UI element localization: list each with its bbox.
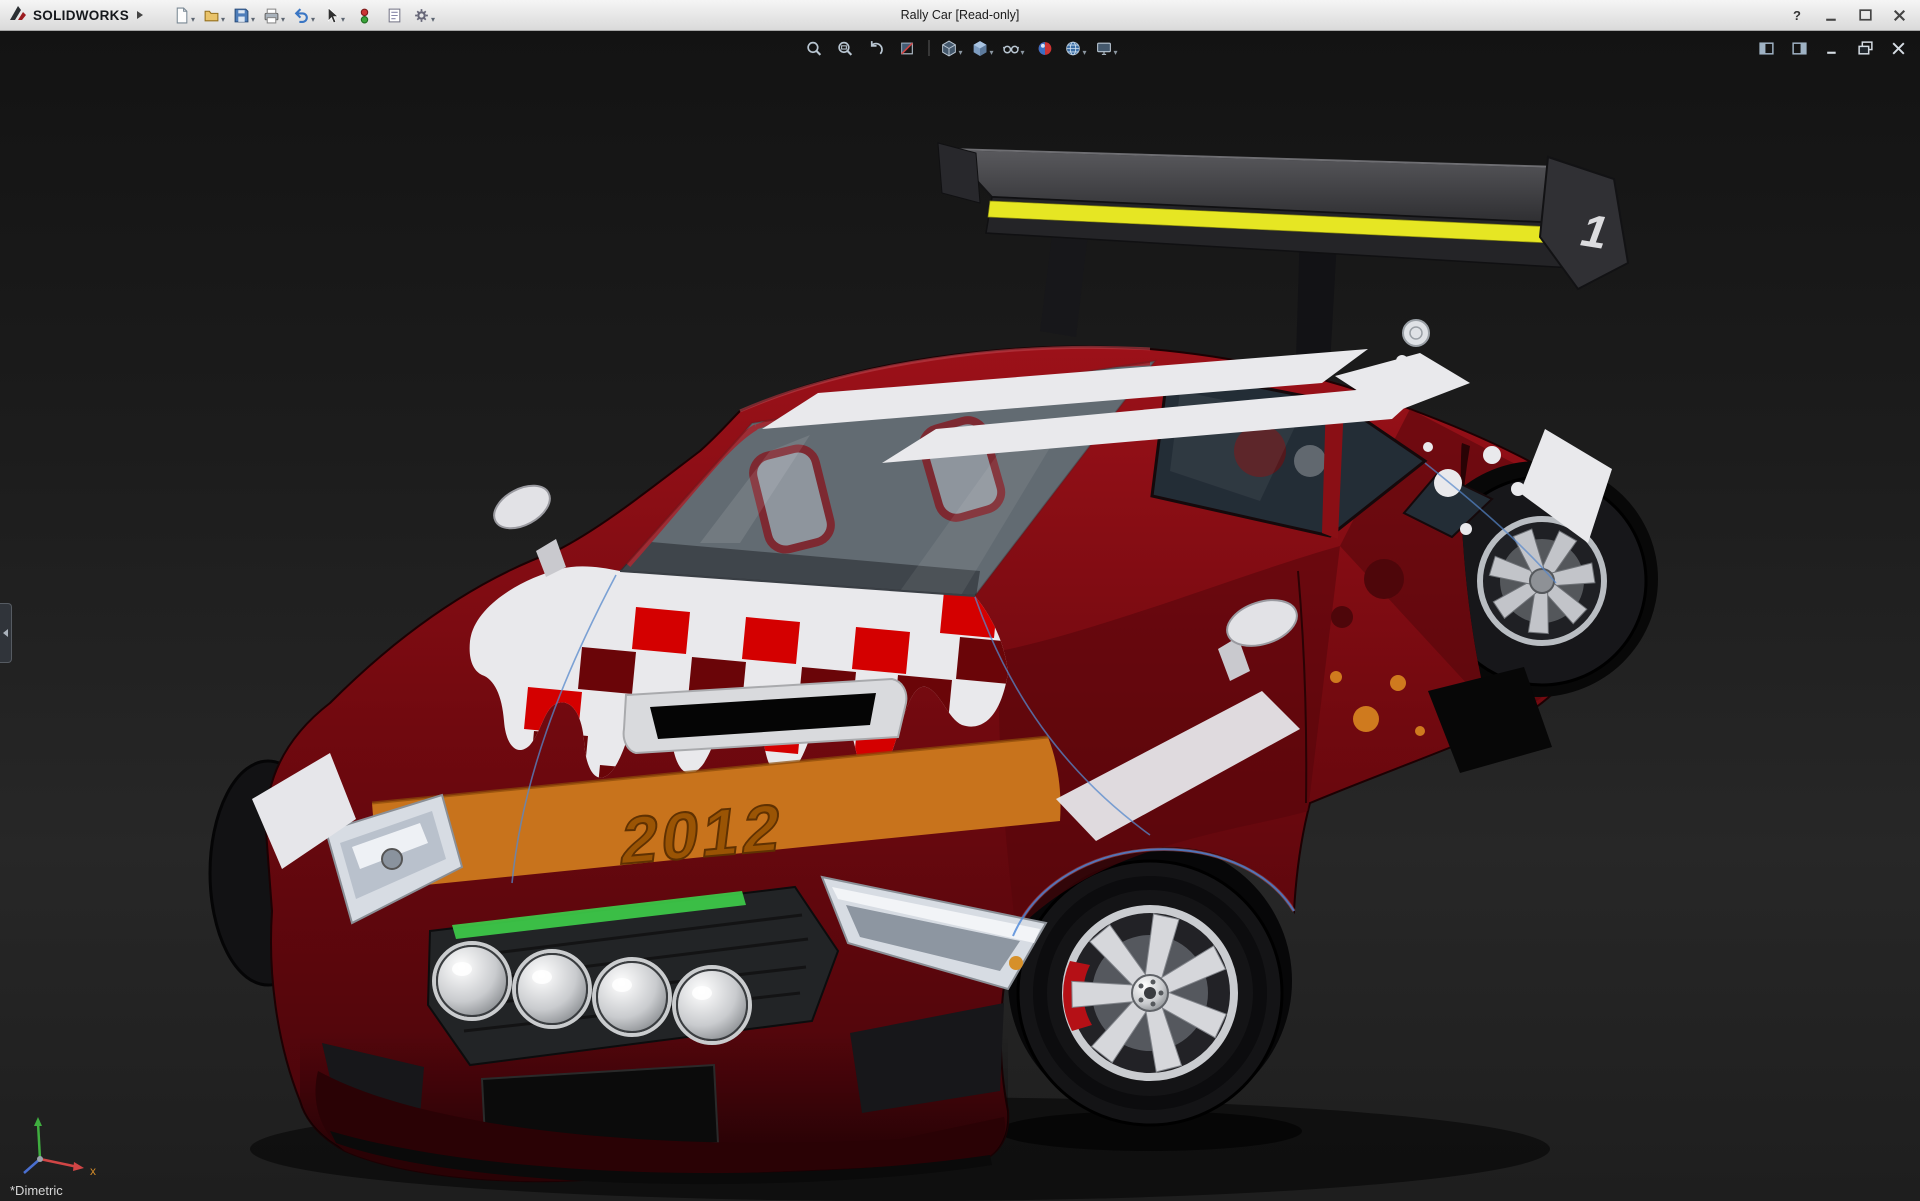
dropdown-caret-icon[interactable]: ▾ (1113, 49, 1117, 60)
rear-wing[interactable]: 1 (937, 142, 1630, 365)
fuel-cap (1402, 319, 1430, 347)
document-window-controls (1752, 36, 1912, 60)
brand-name: SOLIDWORKS (33, 7, 129, 23)
chevron-left-icon (3, 629, 8, 637)
rally-car-model[interactable]: 1 2012 (208, 142, 1658, 1201)
view-orientation-label: *Dimetric (10, 1183, 63, 1198)
menu-expand-icon[interactable] (136, 11, 144, 19)
rebuild-icon[interactable] (350, 3, 378, 27)
doc-restore-icon[interactable] (1851, 36, 1879, 60)
dropdown-caret-icon[interactable]: ▾ (281, 16, 285, 27)
dropdown-caret-icon[interactable]: ▾ (989, 49, 993, 60)
dropdown-caret-icon[interactable]: ▾ (958, 49, 962, 60)
options-icon[interactable]: ▾ (410, 3, 438, 27)
hide-show-items-icon[interactable]: ▾ (1000, 36, 1028, 60)
save-icon[interactable]: ▾ (230, 3, 258, 27)
dropdown-caret-icon[interactable]: ▾ (1082, 49, 1086, 60)
doc-close-icon[interactable] (1884, 36, 1912, 60)
dropdown-caret-icon[interactable]: ▾ (1020, 49, 1024, 60)
brand: SOLIDWORKS (8, 4, 144, 27)
section-view-icon[interactable] (893, 36, 921, 60)
dropdown-caret-icon[interactable]: ▾ (191, 16, 195, 27)
edit-appearance-icon[interactable] (1031, 36, 1059, 60)
zoom-fit-icon[interactable] (800, 36, 828, 60)
win-close-icon[interactable] (1882, 3, 1916, 27)
graphics-viewport[interactable]: ▾ ▾ ▾ ▾ ▾ 1 2012 x *Dimetric (0, 31, 1920, 1201)
view-orientation-icon[interactable]: ▾ (938, 36, 966, 60)
previous-view-icon[interactable] (862, 36, 890, 60)
taskpane-collapse-tab[interactable] (0, 603, 12, 663)
win-help-icon[interactable]: ? (1780, 3, 1814, 27)
win-maximize-icon[interactable] (1848, 3, 1882, 27)
dropdown-caret-icon[interactable]: ▾ (221, 16, 225, 27)
print-icon[interactable]: ▾ (260, 3, 288, 27)
open-icon[interactable]: ▾ (200, 3, 228, 27)
undo-icon[interactable]: ▾ (290, 3, 318, 27)
window-controls: ? (1780, 3, 1916, 27)
zoom-area-icon[interactable] (831, 36, 859, 60)
toolbar-separator (928, 40, 930, 56)
new-icon[interactable]: ▾ (170, 3, 198, 27)
doc-maximize-left-icon[interactable] (1752, 36, 1780, 60)
document-title: Rally Car [Read-only] (900, 8, 1020, 22)
year-decal: 2012 (617, 791, 788, 879)
apply-scene-icon[interactable]: ▾ (1062, 36, 1090, 60)
scene-canvas[interactable]: 1 2012 (0, 31, 1920, 1201)
doc-maximize-right-icon[interactable] (1785, 36, 1813, 60)
reference-triad: x (23, 1117, 96, 1178)
triad-x-label: x (90, 1164, 96, 1178)
view-settings-icon[interactable]: ▾ (1093, 36, 1121, 60)
dropdown-caret-icon[interactable]: ▾ (431, 16, 435, 27)
win-minimize-icon[interactable] (1814, 3, 1848, 27)
file-properties-icon[interactable] (380, 3, 408, 27)
dropdown-caret-icon[interactable]: ▾ (311, 16, 315, 27)
dropdown-caret-icon[interactable]: ▾ (251, 16, 255, 27)
heads-up-toolbar: ▾ ▾ ▾ ▾ ▾ (800, 36, 1121, 60)
titlebar: SOLIDWORKS ▾ ▾ ▾ ▾ ▾ ▾ ▾ Rally Car [Read-only]… (0, 0, 1920, 31)
main-toolbar: ▾ ▾ ▾ ▾ ▾ ▾ ▾ (170, 3, 438, 27)
solidworks-logo-icon (8, 4, 28, 27)
doc-minimize-icon[interactable] (1818, 36, 1846, 60)
display-style-icon[interactable]: ▾ (969, 36, 997, 60)
dropdown-caret-icon[interactable]: ▾ (341, 16, 345, 27)
select-icon[interactable]: ▾ (320, 3, 348, 27)
